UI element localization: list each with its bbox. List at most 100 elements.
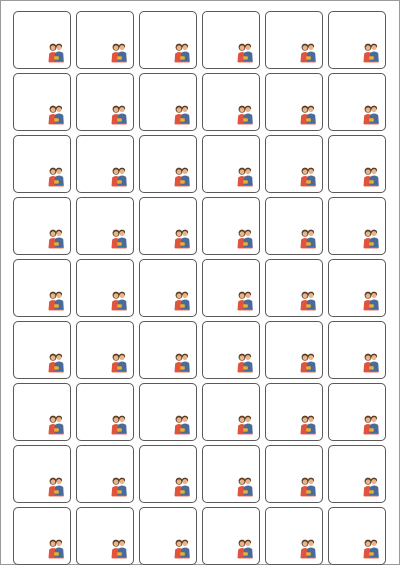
couple-portrait-icon (172, 165, 192, 187)
couple-portrait-icon (172, 227, 192, 249)
couple-portrait-icon (109, 103, 129, 125)
label-cell-r8-c3 (139, 445, 197, 503)
couple-portrait-icon (361, 351, 381, 373)
couple-portrait-icon (109, 227, 129, 249)
label-cell-r7-c1 (13, 383, 71, 441)
couple-portrait-icon (235, 41, 255, 63)
label-cell-r7-c4 (202, 383, 260, 441)
label-cell-r4-c3 (139, 197, 197, 255)
label-cell-r5-c4 (202, 259, 260, 317)
couple-portrait-icon (109, 413, 129, 435)
couple-portrait-icon (46, 289, 66, 311)
label-cell-r7-c3 (139, 383, 197, 441)
couple-portrait-icon (46, 41, 66, 63)
couple-portrait-icon (361, 41, 381, 63)
couple-portrait-icon (109, 475, 129, 497)
label-cell-r1-c5 (265, 11, 323, 69)
couple-portrait-icon (361, 413, 381, 435)
label-cell-r6-c3 (139, 321, 197, 379)
label-cell-r9-c3 (139, 507, 197, 565)
couple-portrait-icon (46, 351, 66, 373)
couple-portrait-icon (109, 165, 129, 187)
couple-portrait-icon (298, 227, 318, 249)
couple-portrait-icon (235, 289, 255, 311)
couple-portrait-icon (235, 475, 255, 497)
label-cell-r8-c1 (13, 445, 71, 503)
label-cell-r1-c6 (328, 11, 386, 69)
couple-portrait-icon (172, 351, 192, 373)
label-cell-r5-c3 (139, 259, 197, 317)
couple-portrait-icon (298, 165, 318, 187)
label-cell-r5-c1 (13, 259, 71, 317)
couple-portrait-icon (109, 537, 129, 559)
label-cell-r8-c4 (202, 445, 260, 503)
label-cell-r2-c5 (265, 73, 323, 131)
label-cell-r9-c4 (202, 507, 260, 565)
label-cell-r3-c2 (76, 135, 134, 193)
label-cell-r3-c4 (202, 135, 260, 193)
couple-portrait-icon (361, 165, 381, 187)
couple-portrait-icon (298, 537, 318, 559)
label-cell-r7-c5 (265, 383, 323, 441)
couple-portrait-icon (46, 537, 66, 559)
couple-portrait-icon (172, 289, 192, 311)
couple-portrait-icon (298, 351, 318, 373)
label-cell-r4-c1 (13, 197, 71, 255)
label-cell-r9-c6 (328, 507, 386, 565)
couple-portrait-icon (235, 103, 255, 125)
label-cell-r4-c5 (265, 197, 323, 255)
label-cell-r3-c5 (265, 135, 323, 193)
label-cell-r1-c1 (13, 11, 71, 69)
label-cell-r8-c2 (76, 445, 134, 503)
couple-portrait-icon (109, 289, 129, 311)
label-cell-r1-c2 (76, 11, 134, 69)
couple-portrait-icon (109, 351, 129, 373)
couple-portrait-icon (109, 41, 129, 63)
couple-portrait-icon (361, 289, 381, 311)
couple-portrait-icon (46, 103, 66, 125)
label-cell-r3-c3 (139, 135, 197, 193)
label-cell-r5-c6 (328, 259, 386, 317)
couple-portrait-icon (361, 227, 381, 249)
couple-portrait-icon (361, 103, 381, 125)
couple-portrait-icon (46, 227, 66, 249)
label-cell-r2-c2 (76, 73, 134, 131)
label-cell-r9-c2 (76, 507, 134, 565)
couple-portrait-icon (298, 413, 318, 435)
label-cell-r6-c1 (13, 321, 71, 379)
couple-portrait-icon (298, 103, 318, 125)
label-cell-r7-c2 (76, 383, 134, 441)
label-cell-r2-c1 (13, 73, 71, 131)
label-cell-r6-c2 (76, 321, 134, 379)
couple-portrait-icon (235, 227, 255, 249)
label-cell-r3-c1 (13, 135, 71, 193)
label-cell-r1-c4 (202, 11, 260, 69)
couple-portrait-icon (298, 475, 318, 497)
label-cell-r3-c6 (328, 135, 386, 193)
label-cell-r6-c4 (202, 321, 260, 379)
couple-portrait-icon (361, 537, 381, 559)
couple-portrait-icon (172, 103, 192, 125)
couple-portrait-icon (361, 475, 381, 497)
couple-portrait-icon (172, 475, 192, 497)
couple-portrait-icon (235, 537, 255, 559)
label-cell-r5-c5 (265, 259, 323, 317)
label-cell-r4-c2 (76, 197, 134, 255)
label-cell-r8-c6 (328, 445, 386, 503)
label-cell-r4-c4 (202, 197, 260, 255)
label-cell-r6-c6 (328, 321, 386, 379)
couple-portrait-icon (46, 165, 66, 187)
couple-portrait-icon (235, 165, 255, 187)
label-cell-r2-c6 (328, 73, 386, 131)
label-cell-r6-c5 (265, 321, 323, 379)
label-cell-r8-c5 (265, 445, 323, 503)
couple-portrait-icon (46, 413, 66, 435)
label-sheet (0, 0, 400, 565)
couple-portrait-icon (46, 475, 66, 497)
couple-portrait-icon (172, 413, 192, 435)
label-cell-r9-c1 (13, 507, 71, 565)
label-cell-r2-c3 (139, 73, 197, 131)
label-cell-r2-c4 (202, 73, 260, 131)
label-grid (13, 11, 386, 565)
couple-portrait-icon (235, 413, 255, 435)
